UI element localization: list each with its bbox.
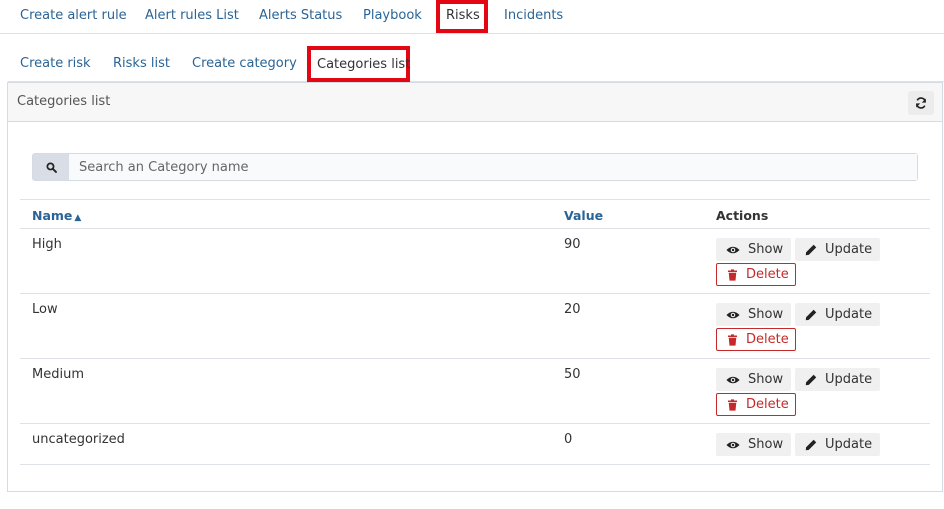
sort-asc-icon: ▲ <box>74 213 82 223</box>
update-label: Update <box>825 372 873 387</box>
show-label: Show <box>748 242 784 257</box>
category-value: 90 <box>564 237 581 252</box>
update-label: Update <box>825 307 873 322</box>
tab-categories-list[interactable]: Categories list <box>307 46 410 82</box>
refresh-icon <box>916 97 926 109</box>
column-header-value[interactable]: Value <box>564 208 603 223</box>
table-row: Low 20 Show Update Delete <box>20 294 930 359</box>
table-row: uncategorized 0 Show Update <box>20 424 930 465</box>
delete-label: Delete <box>746 332 789 347</box>
refresh-button[interactable] <box>908 91 934 115</box>
categories-table: Name ▲ Value Actions High 90 Show Update … <box>20 199 930 465</box>
eye-icon <box>726 441 740 448</box>
categories-panel: Categories list Name▲ Value Actions <box>7 82 943 492</box>
category-name: Low <box>32 302 58 317</box>
delete-button[interactable]: Delete <box>716 328 796 351</box>
column-header-name-label: Name <box>32 208 73 223</box>
show-label: Show <box>748 437 784 452</box>
pencil-icon <box>805 439 817 450</box>
delete-button[interactable]: Delete <box>716 393 796 416</box>
tab-risks[interactable]: Risks <box>436 0 488 33</box>
tab-create-risk[interactable]: Create risk <box>13 46 98 82</box>
delete-label: Delete <box>746 397 789 412</box>
table-row: High 90 Show Update Delete <box>20 229 930 294</box>
update-label: Update <box>825 242 873 257</box>
panel-title: Categories list <box>17 94 111 109</box>
trash-icon <box>728 268 737 281</box>
search-box <box>32 153 918 181</box>
category-name: Medium <box>32 367 84 382</box>
panel-header: Categories list <box>8 83 942 122</box>
trash-icon <box>728 333 737 346</box>
eye-icon <box>726 311 740 318</box>
tab-create-category[interactable]: Create category <box>185 46 304 82</box>
show-button[interactable]: Show <box>716 303 791 326</box>
category-value: 50 <box>564 367 581 382</box>
tab-risks-list[interactable]: Risks list <box>106 46 177 82</box>
tab-create-alert-rule[interactable]: Create alert rule <box>13 0 134 34</box>
search-input[interactable] <box>69 154 917 180</box>
eye-icon <box>726 246 740 253</box>
show-label: Show <box>748 307 784 322</box>
column-header-actions: Actions <box>716 208 769 223</box>
delete-button[interactable]: Delete <box>716 263 796 286</box>
show-button[interactable]: Show <box>716 238 791 261</box>
top-nav: Create alert rule Alert rules List Alert… <box>0 0 944 34</box>
tab-alerts-status[interactable]: Alerts Status <box>252 0 349 34</box>
column-header-name[interactable]: Name ▲ <box>32 208 81 223</box>
sub-nav: Create risk Risks list Create category C… <box>8 46 944 82</box>
category-name: uncategorized <box>32 432 125 447</box>
update-button[interactable]: Update <box>795 433 880 456</box>
table-header: Name ▲ Value Actions <box>20 200 930 229</box>
tab-alert-rules-list[interactable]: Alert rules List <box>138 0 246 34</box>
show-label: Show <box>748 372 784 387</box>
search-addon[interactable] <box>33 154 69 180</box>
category-value: 0 <box>564 432 573 447</box>
category-name: High <box>32 237 62 252</box>
pencil-icon <box>805 309 817 320</box>
delete-label: Delete <box>746 267 789 282</box>
update-label: Update <box>825 437 873 452</box>
tab-incidents[interactable]: Incidents <box>497 0 570 34</box>
show-button[interactable]: Show <box>716 368 791 391</box>
tab-playbook[interactable]: Playbook <box>356 0 429 34</box>
table-row: Medium 50 Show Update Delete <box>20 359 930 424</box>
pencil-icon <box>805 374 817 385</box>
update-button[interactable]: Update <box>795 368 880 391</box>
update-button[interactable]: Update <box>795 303 880 326</box>
pencil-icon <box>805 244 817 255</box>
trash-icon <box>728 398 737 411</box>
eye-icon <box>726 376 740 383</box>
update-button[interactable]: Update <box>795 238 880 261</box>
show-button[interactable]: Show <box>716 433 791 456</box>
category-value: 20 <box>564 302 581 317</box>
search-icon <box>46 162 57 173</box>
